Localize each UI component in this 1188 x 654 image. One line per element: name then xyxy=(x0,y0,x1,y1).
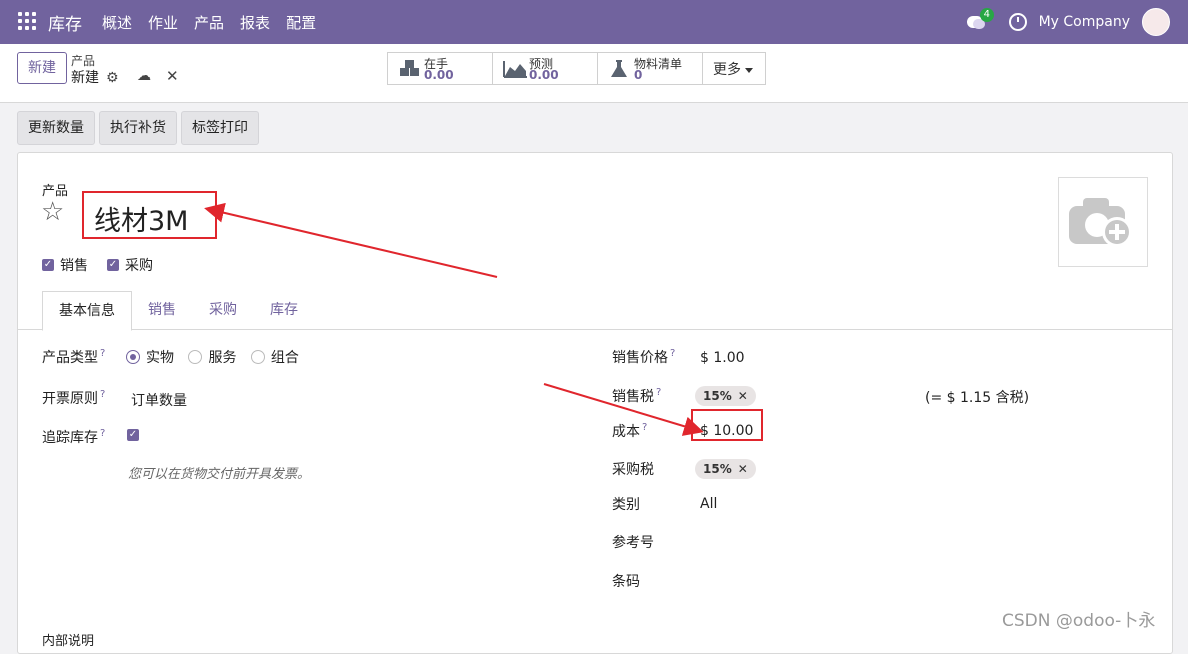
can-be-purchased-checkbox[interactable]: ✓ 采购 xyxy=(107,255,153,275)
watermark: CSDN @odoo-卜永 xyxy=(1002,611,1156,631)
stat-value: 0 xyxy=(634,68,643,82)
radio-combo[interactable] xyxy=(250,350,265,364)
apps-grid-icon[interactable] xyxy=(18,12,36,30)
radio-label: 实物 xyxy=(146,350,174,366)
radio-label: 组合 xyxy=(270,350,299,366)
form-sheet: 产品 ☆ 线材3M ✓ 销售 ✓ 采购 基本信息 销售 采购 库存 产品类型? 实物… xyxy=(17,152,1173,654)
product-type-label: 产品类型? xyxy=(42,348,106,366)
sale-price-label: 销售价格? xyxy=(612,348,676,366)
can-be-sold-checkbox[interactable]: ✓ 销售 xyxy=(42,255,88,275)
chat-icon[interactable]: 4 xyxy=(966,8,994,30)
purchase-tax-label: 采购税 xyxy=(612,462,654,478)
checkbox-label: 采购 xyxy=(125,258,153,274)
category-label: 类别 xyxy=(612,497,640,513)
clock-icon[interactable] xyxy=(1008,13,1027,31)
invoice-hint: 您可以在货物交付前开具发票。 xyxy=(128,467,311,482)
notebook-tabs: 基本信息 销售 采购 库存 xyxy=(18,291,1172,331)
cloud-upload-icon[interactable]: ☁ xyxy=(137,68,151,84)
tax-tag: 15% ✕ xyxy=(695,386,756,406)
sale-price-input[interactable]: $ 1.00 xyxy=(700,350,745,366)
product-name-input[interactable]: 线材3M xyxy=(94,199,188,238)
camera-add-icon xyxy=(1069,198,1132,247)
replenish-button[interactable]: 执行补货 xyxy=(99,111,177,145)
stat-forecast[interactable]: 预测 0.00 xyxy=(493,53,598,84)
radio-service[interactable] xyxy=(188,350,203,364)
more-label: 更多 xyxy=(713,62,741,78)
checkbox-label: 销售 xyxy=(60,258,88,274)
cost-label: 成本? xyxy=(612,422,648,440)
tax-tag: 15% ✕ xyxy=(695,459,756,479)
menu-item-overview[interactable]: 概述 xyxy=(102,12,132,33)
smart-buttons: 在手 0.00 预测 0.00 物料清单 0 更多 xyxy=(387,52,766,85)
sale-tax-field[interactable]: 15% ✕ xyxy=(695,386,756,406)
radio-label: 服务 xyxy=(208,350,237,366)
area-chart-icon xyxy=(503,59,527,78)
app-name[interactable]: 库存 xyxy=(48,10,82,35)
invoice-policy-label: 开票原则? xyxy=(42,389,106,407)
check-icon: ✓ xyxy=(42,259,54,271)
internal-notes-heading: 内部说明 xyxy=(42,634,95,649)
stat-value: 0.00 xyxy=(424,68,454,82)
more-dropdown[interactable]: 更多 xyxy=(703,53,765,84)
purchase-tax-field[interactable]: 15% ✕ xyxy=(695,459,756,479)
category-select[interactable]: All xyxy=(700,496,717,512)
tab-sales[interactable]: 销售 xyxy=(132,291,192,329)
radio-goods[interactable] xyxy=(126,350,140,364)
product-image-field[interactable] xyxy=(1058,177,1148,267)
menu-item-reporting[interactable]: 报表 xyxy=(240,12,270,33)
tab-purchase[interactable]: 采购 xyxy=(193,291,253,329)
product-type-radio: 实物 服务 组合 xyxy=(126,347,309,367)
star-icon[interactable]: ☆ xyxy=(41,197,64,227)
check-icon: ✓ xyxy=(127,429,139,441)
sale-tax-label: 销售税? xyxy=(612,387,662,405)
caret-down-icon xyxy=(745,67,753,73)
breadcrumb-current: 新建 xyxy=(71,70,99,86)
tab-inventory[interactable]: 库存 xyxy=(254,291,314,329)
update-quantity-button[interactable]: 更新数量 xyxy=(17,111,95,145)
company-switcher[interactable]: My Company xyxy=(1039,14,1130,30)
discard-icon[interactable]: ✕ xyxy=(166,67,179,85)
menu-item-configuration[interactable]: 配置 xyxy=(286,12,316,33)
stat-bom[interactable]: 物料清单 0 xyxy=(598,53,703,84)
navbar-systray: 4 My Company xyxy=(966,8,1170,36)
cubes-icon xyxy=(398,59,422,77)
new-button[interactable]: 新建 xyxy=(17,52,67,84)
cost-input[interactable]: $ 10.00 xyxy=(700,423,753,439)
check-icon: ✓ xyxy=(107,259,119,271)
stat-value: 0.00 xyxy=(529,68,559,82)
gear-icon[interactable]: ⚙ xyxy=(106,70,119,86)
main-menu: 概述 作业 产品 报表 配置 xyxy=(102,12,316,33)
barcode-label: 条码 xyxy=(612,574,640,590)
remove-tag-icon[interactable]: ✕ xyxy=(738,389,748,403)
flask-icon xyxy=(608,59,632,77)
menu-item-products[interactable]: 产品 xyxy=(194,12,224,33)
reference-label: 参考号 xyxy=(612,535,654,551)
avatar[interactable] xyxy=(1142,8,1170,36)
chat-badge: 4 xyxy=(979,8,994,22)
statusbar: 更新数量 执行补货 标签打印 xyxy=(17,111,259,145)
menu-item-operations[interactable]: 作业 xyxy=(148,12,178,33)
track-inventory-label: 追踪库存? xyxy=(42,428,106,446)
tax-included-amount: (= $ 1.15 含税) xyxy=(925,390,1030,406)
top-navbar: 库存 概述 作业 产品 报表 配置 4 My Company xyxy=(0,0,1188,44)
tab-general-info[interactable]: 基本信息 xyxy=(42,291,132,331)
remove-tag-icon[interactable]: ✕ xyxy=(738,462,748,476)
track-inventory-checkbox[interactable]: ✓ xyxy=(127,427,139,443)
stat-on-hand[interactable]: 在手 0.00 xyxy=(388,53,493,84)
print-labels-button[interactable]: 标签打印 xyxy=(181,111,259,145)
invoice-policy-select[interactable]: 订单数量 xyxy=(131,390,187,410)
